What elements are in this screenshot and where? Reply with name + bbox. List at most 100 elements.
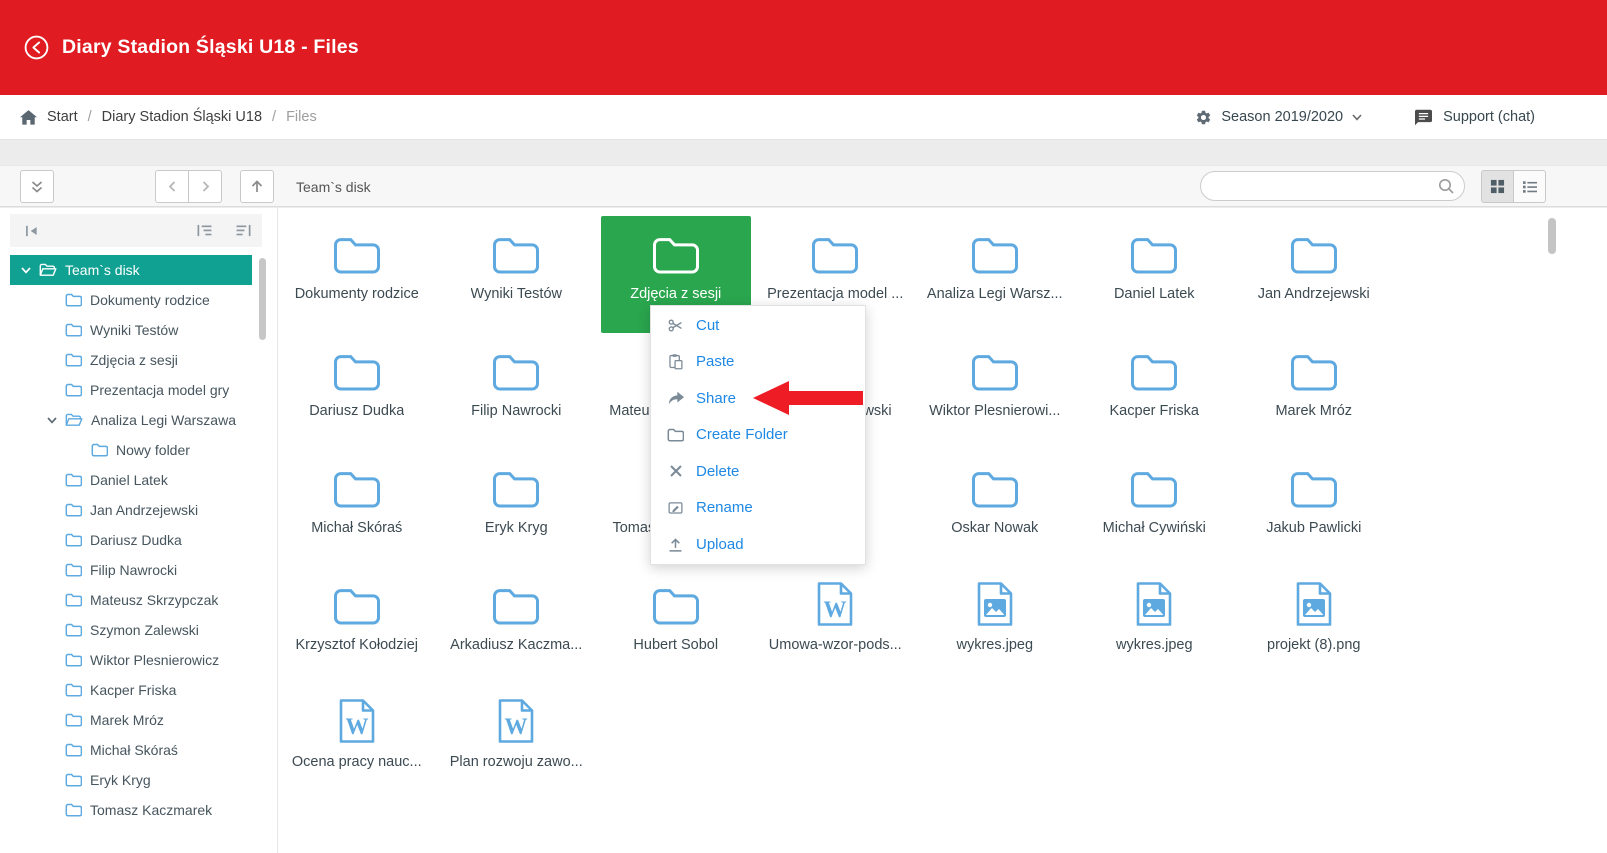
context-menu-item-delete[interactable]: Delete <box>651 453 865 490</box>
tree-item-mateusz-skrzypczak[interactable]: Mateusz Skrzypczak <box>10 585 252 615</box>
file-tile-wykres-jpeg[interactable]: wykres.jpeg <box>1079 567 1229 684</box>
expand-all-tree-icon[interactable] <box>235 224 252 237</box>
folder-icon <box>65 683 82 697</box>
sidebar-scrollbar[interactable] <box>259 258 266 340</box>
folder-tile-kacper-friska[interactable]: Kacper Friska <box>1079 333 1229 450</box>
folder-tile-micha-cywi-ski[interactable]: Michał Cywiński <box>1079 450 1229 567</box>
tree-item-tomasz-kaczmarek[interactable]: Tomasz Kaczmarek <box>10 795 252 825</box>
tree-item-filip-nawrocki[interactable]: Filip Nawrocki <box>10 555 252 585</box>
tree-item-micha-sk-ra[interactable]: Michał Skóraś <box>10 735 252 765</box>
file-tile-projekt-8-png[interactable]: projekt (8).png <box>1239 567 1389 684</box>
paste-icon <box>666 353 685 370</box>
main-scrollbar[interactable] <box>1548 218 1556 254</box>
context-menu-label: Share <box>696 390 736 407</box>
file-tile-ocena-pracy-nauc[interactable]: WOcena pracy nauc... <box>282 684 432 801</box>
tree-item-label: Jan Andrzejewski <box>90 502 198 518</box>
folder-tile-wiktor-plesnierowi[interactable]: Wiktor Plesnierowi... <box>920 333 1070 450</box>
breadcrumb-item-files: Files <box>286 109 317 125</box>
breadcrumb-separator: / <box>272 109 276 125</box>
search-input[interactable] <box>1201 172 1464 200</box>
tree-item-nowy-folder[interactable]: Nowy folder <box>10 435 252 465</box>
folder-tile-arkadiusz-kaczma[interactable]: Arkadiusz Kaczma... <box>441 567 591 684</box>
context-menu-item-rename[interactable]: Rename <box>651 490 865 527</box>
chevron-down-icon[interactable] <box>46 417 57 424</box>
folder-tile-oskar-nowak[interactable]: Oskar Nowak <box>920 450 1070 567</box>
folder-icon <box>332 228 382 276</box>
nav-back-button[interactable] <box>155 170 189 203</box>
folder-tile-filip-nawrocki[interactable]: Filip Nawrocki <box>441 333 591 450</box>
grid-view-button[interactable] <box>1481 170 1514 203</box>
folder-tile-analiza-legi-warsz[interactable]: Analiza Legi Warsz... <box>920 216 1070 333</box>
tree-item-dokumenty-rodzice[interactable]: Dokumenty rodzice <box>10 285 252 315</box>
file-label: Krzysztof Kołodziej <box>296 637 419 653</box>
tree-item-wiktor-plesnierowicz[interactable]: Wiktor Plesnierowicz <box>10 645 252 675</box>
folder-icon <box>65 593 82 607</box>
home-icon[interactable] <box>20 110 37 125</box>
up-directory-button[interactable] <box>240 170 274 203</box>
file-label: projekt (8).png <box>1267 637 1361 653</box>
season-label: Season 2019/2020 <box>1221 109 1343 125</box>
arrow-up-icon <box>250 179 264 194</box>
folder-tree: Team`s disk Dokumenty rodziceWyniki Testó… <box>10 255 272 825</box>
tree-item-wyniki-test-w[interactable]: Wyniki Testów <box>10 315 252 345</box>
folder-tile-daniel-latek[interactable]: Daniel Latek <box>1079 216 1229 333</box>
tree-item-zdj-cia-z-sesji[interactable]: Zdjęcia z sesji <box>10 345 252 375</box>
folder-icon <box>970 228 1020 276</box>
app-header: Diary Stadion Śląski U18 - Files <box>0 0 1607 95</box>
folder-tile-wyniki-test-w[interactable]: Wyniki Testów <box>441 216 591 333</box>
list-view-button[interactable] <box>1513 170 1546 203</box>
tree-item-kacper-friska[interactable]: Kacper Friska <box>10 675 252 705</box>
nav-forward-button[interactable] <box>188 170 222 203</box>
season-selector[interactable]: Season 2019/2020 <box>1195 109 1362 126</box>
upload-icon <box>666 536 685 553</box>
folder-tile-micha-sk-ra[interactable]: Michał Skóraś <box>282 450 432 567</box>
folder-tile-eryk-kryg[interactable]: Eryk Kryg <box>441 450 591 567</box>
folder-icon <box>651 579 701 627</box>
file-tile-umowa-wzor-pods[interactable]: WUmowa-wzor-pods... <box>760 567 910 684</box>
folder-tile-dariusz-dudka[interactable]: Dariusz Dudka <box>282 333 432 450</box>
folder-tile-krzysztof-ko-odziej[interactable]: Krzysztof Kołodziej <box>282 567 432 684</box>
tree-item-szymon-zalewski[interactable]: Szymon Zalewski <box>10 615 252 645</box>
file-label: Michał Skóraś <box>311 520 402 536</box>
folder-tile-hubert-sobol[interactable]: Hubert Sobol <box>601 567 751 684</box>
file-tile-plan-rozwoju-zawo[interactable]: WPlan rozwoju zawo... <box>441 684 591 801</box>
support-chat-link[interactable]: Support (chat) <box>1414 109 1535 126</box>
file-label: Daniel Latek <box>1114 286 1195 302</box>
tree-item-team-s-disk[interactable]: Team`s disk <box>10 255 252 285</box>
file-label: Kacper Friska <box>1110 403 1199 419</box>
tree-item-label: Szymon Zalewski <box>90 622 199 638</box>
tree-item-prezentacja-model-gry[interactable]: Prezentacja model gry <box>10 375 252 405</box>
word-file-icon: W <box>337 696 377 744</box>
tree-item-label: Eryk Kryg <box>90 772 151 788</box>
tree-item-marek-mr-z[interactable]: Marek Mróz <box>10 705 252 735</box>
breadcrumb-item-start[interactable]: Start <box>47 109 78 125</box>
folder-tile-dokumenty-rodzice[interactable]: Dokumenty rodzice <box>282 216 432 333</box>
folder-tile-marek-mr-z[interactable]: Marek Mróz <box>1239 333 1389 450</box>
tree-item-analiza-legi-warszawa[interactable]: Analiza Legi Warszawa <box>10 405 252 435</box>
folder-open-icon <box>65 413 83 427</box>
double-chevron-down-button[interactable] <box>20 170 54 203</box>
tree-item-eryk-kryg[interactable]: Eryk Kryg <box>10 765 252 795</box>
folder-icon <box>65 713 82 727</box>
context-menu-item-paste[interactable]: Paste <box>651 344 865 381</box>
tree-item-daniel-latek[interactable]: Daniel Latek <box>10 465 252 495</box>
chevron-down-icon[interactable] <box>20 267 31 274</box>
folder-tile-jakub-pawlicki[interactable]: Jakub Pawlicki <box>1239 450 1389 567</box>
back-button[interactable] <box>20 32 52 64</box>
file-label: Wiktor Plesnierowi... <box>929 403 1060 419</box>
context-menu-item-cut[interactable]: Cut <box>651 307 865 344</box>
collapse-panel-icon[interactable] <box>24 224 39 238</box>
tree-item-jan-andrzejewski[interactable]: Jan Andrzejewski <box>10 495 252 525</box>
word-file-icon: W <box>496 696 536 744</box>
context-menu-item-create-folder[interactable]: Create Folder <box>651 417 865 454</box>
breadcrumb-item-diary[interactable]: Diary Stadion Śląski U18 <box>102 109 262 125</box>
file-tile-wykres-jpeg[interactable]: wykres.jpeg <box>920 567 1070 684</box>
folder-tile-jan-andrzejewski[interactable]: Jan Andrzejewski <box>1239 216 1389 333</box>
tree-item-dariusz-dudka[interactable]: Dariusz Dudka <box>10 525 252 555</box>
collapse-all-tree-icon[interactable] <box>196 224 213 237</box>
context-menu-item-upload[interactable]: Upload <box>651 526 865 563</box>
folder-icon <box>65 473 82 487</box>
annotation-arrow <box>753 380 863 416</box>
image-file-icon <box>975 579 1015 627</box>
tree-item-label: Team`s disk <box>65 262 140 278</box>
